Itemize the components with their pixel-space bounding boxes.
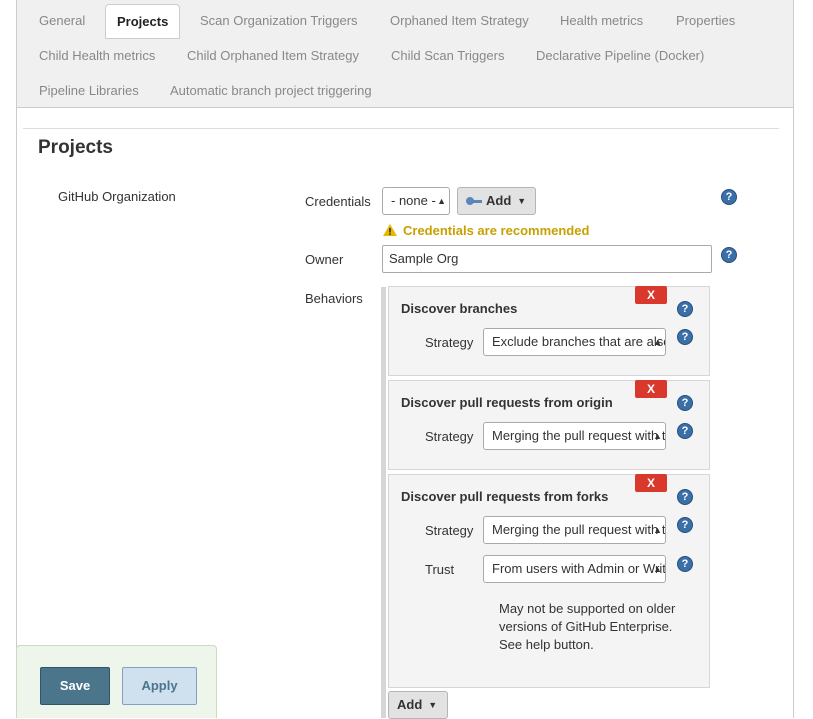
select-arrows-icon: ▲ (437, 196, 446, 206)
strategy-help-icon[interactable]: ? (677, 517, 693, 533)
strategy-label: Strategy (425, 523, 474, 538)
tab-orphaned-item-strategy[interactable]: Orphaned Item Strategy (379, 4, 540, 38)
credentials-help-icon[interactable]: ? (721, 189, 737, 205)
tab-child-orphaned-item-strategy[interactable]: Child Orphaned Item Strategy (176, 39, 370, 73)
owner-help-icon[interactable]: ? (721, 247, 737, 263)
warning-icon (383, 224, 397, 236)
section-title: Projects (38, 137, 113, 158)
trust-selected-value: From users with Admin or Write permissio… (492, 561, 666, 576)
tab-child-scan-triggers[interactable]: Child Scan Triggers (380, 39, 515, 73)
trust-select[interactable]: From users with Admin or Write permissio… (483, 555, 666, 583)
credentials-add-button[interactable]: Add ▼ (457, 187, 536, 215)
behavior-title: Discover pull requests from forks (401, 489, 609, 504)
add-behavior-label: Add (397, 697, 423, 712)
behavior-help-icon[interactable]: ? (677, 489, 693, 505)
strategy-label: Strategy (425, 335, 474, 350)
behavior-help-icon[interactable]: ? (677, 395, 693, 411)
strategy-select[interactable]: Exclude branches that are also filed as … (483, 328, 666, 356)
remove-behavior-button[interactable]: X (635, 286, 667, 304)
tab-general[interactable]: General (28, 4, 96, 38)
select-arrows-icon: ▲ (653, 431, 662, 441)
remove-behavior-button[interactable]: X (635, 474, 667, 492)
strategy-help-icon[interactable]: ? (677, 329, 693, 345)
credentials-add-label: Add (486, 193, 512, 208)
behavior-discover-pr-forks: Discover pull requests from forks X ? St… (388, 474, 710, 688)
credentials-selected-value: - none - (391, 193, 436, 208)
behavior-title: Discover pull requests from origin (401, 395, 613, 410)
tab-properties[interactable]: Properties (665, 4, 746, 38)
source-label: GitHub Organization (58, 189, 176, 204)
key-icon (466, 196, 482, 206)
remove-behavior-button[interactable]: X (635, 380, 667, 398)
credentials-select[interactable]: - none - ▲ (382, 187, 450, 215)
trust-help-note: May not be supported on older versions o… (499, 601, 676, 652)
behavior-help-icon[interactable]: ? (677, 301, 693, 317)
add-behavior-button[interactable]: Add ▼ (388, 691, 448, 719)
tab-automatic-branch-project-triggering[interactable]: Automatic branch project triggering (159, 74, 383, 108)
strategy-help-icon[interactable]: ? (677, 423, 693, 439)
save-apply-bar: Save Apply (16, 645, 217, 718)
select-arrows-icon: ▲ (653, 337, 662, 347)
tab-declarative-pipeline-docker[interactable]: Declarative Pipeline (Docker) (525, 39, 715, 73)
credentials-label: Credentials (305, 194, 371, 209)
trust-label: Trust (425, 562, 455, 577)
tab-health-metrics[interactable]: Health metrics (549, 4, 654, 38)
strategy-selected-value: Merging the pull request with the curren… (492, 428, 666, 443)
behaviors-label: Behaviors (305, 291, 363, 306)
tab-child-health-metrics[interactable]: Child Health metrics (28, 39, 166, 73)
owner-input[interactable]: Sample Org (382, 245, 712, 273)
behavior-title: Discover branches (401, 301, 518, 316)
strategy-select[interactable]: Merging the pull request with the curren… (483, 516, 666, 544)
strategy-select[interactable]: Merging the pull request with the curren… (483, 422, 666, 450)
select-arrows-icon: ▲ (653, 525, 662, 535)
save-button[interactable]: Save (40, 667, 110, 705)
credentials-warning: Credentials are recommended (383, 223, 589, 238)
select-arrows-icon: ▲ (653, 564, 662, 574)
caret-down-icon: ▼ (517, 196, 527, 206)
credentials-warning-text: Credentials are recommended (403, 223, 590, 238)
behavior-discover-branches: Discover branches X ? Strategy Exclude b… (388, 286, 710, 376)
section-divider (23, 128, 779, 129)
caret-down-icon: ▼ (428, 700, 438, 710)
trust-help-icon[interactable]: ? (677, 556, 693, 572)
strategy-label: Strategy (425, 429, 474, 444)
owner-label: Owner (305, 252, 344, 267)
behaviors-list-rail (381, 287, 386, 718)
tab-scan-organization-triggers[interactable]: Scan Organization Triggers (189, 4, 369, 38)
behavior-discover-pr-origin: Discover pull requests from origin X ? S… (388, 380, 710, 470)
config-page: General Projects Scan Organization Trigg… (16, 0, 794, 719)
strategy-selected-value: Exclude branches that are also filed as … (492, 334, 665, 349)
apply-button[interactable]: Apply (122, 667, 197, 705)
tab-pipeline-libraries[interactable]: Pipeline Libraries (28, 74, 150, 108)
strategy-selected-value: Merging the pull request with the curren… (492, 522, 666, 537)
tab-projects[interactable]: Projects (105, 4, 181, 39)
config-tab-bar: General Projects Scan Organization Trigg… (17, 0, 793, 108)
